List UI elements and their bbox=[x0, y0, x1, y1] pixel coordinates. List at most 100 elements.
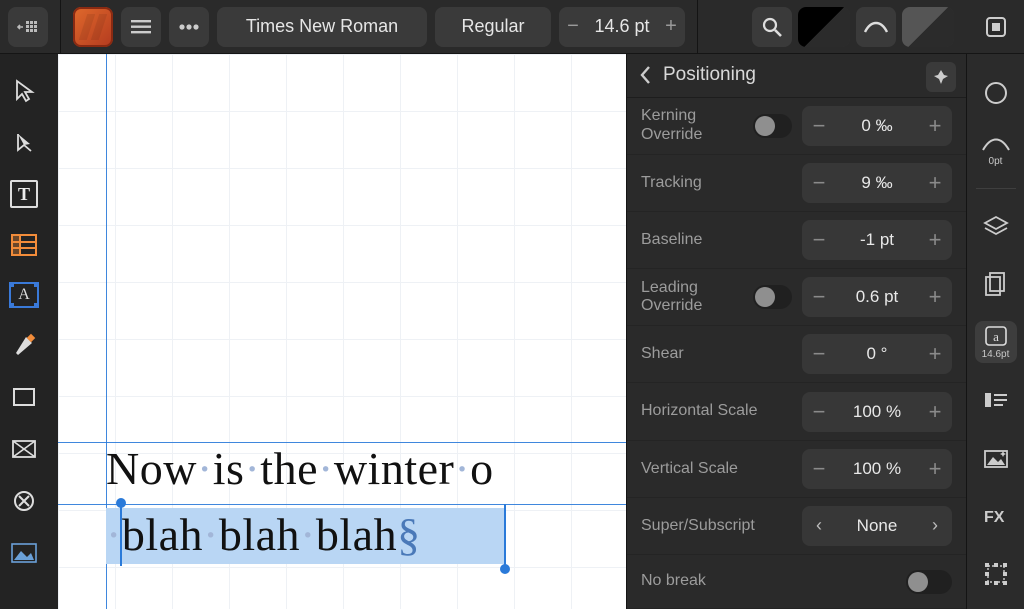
font-size-decrement[interactable]: − bbox=[559, 15, 587, 38]
hscale-value[interactable]: 100 % bbox=[836, 402, 918, 422]
leading-decrement[interactable]: − bbox=[802, 284, 836, 310]
selection-end-handle[interactable] bbox=[500, 564, 510, 574]
kerning-increment[interactable]: + bbox=[918, 113, 952, 139]
stroke-color-swatch[interactable] bbox=[902, 7, 954, 47]
svg-text:FX: FX bbox=[984, 509, 1005, 526]
script-value[interactable]: None bbox=[836, 516, 918, 536]
pen-tool[interactable] bbox=[9, 330, 39, 360]
tracking-value[interactable]: 9 ‰ bbox=[836, 173, 918, 193]
space-dot: · bbox=[454, 443, 470, 494]
vscale-value[interactable]: 100 % bbox=[836, 459, 918, 479]
baseline-increment[interactable]: + bbox=[918, 227, 952, 253]
tracking-increment[interactable]: + bbox=[918, 170, 952, 196]
guide-baseline-2 bbox=[58, 504, 626, 505]
stroke-style-button[interactable] bbox=[856, 7, 896, 47]
baseline-value[interactable]: -1 pt bbox=[836, 230, 918, 250]
studio-color[interactable] bbox=[975, 72, 1017, 114]
hscale-increment[interactable]: + bbox=[918, 399, 952, 425]
font-size-value[interactable]: 14.6 pt bbox=[587, 16, 657, 37]
row-hscale: Horizontal Scale − 100 % + bbox=[627, 383, 966, 440]
stepper-leading[interactable]: − 0.6 pt + bbox=[802, 277, 952, 317]
script-next[interactable]: › bbox=[918, 515, 952, 536]
studio-pages[interactable] bbox=[975, 263, 1017, 305]
label-leading: Leading Override bbox=[641, 279, 743, 316]
move-tool[interactable] bbox=[9, 76, 39, 106]
studio-stock[interactable] bbox=[975, 437, 1017, 479]
studio-character[interactable]: a 14.6pt bbox=[975, 321, 1017, 363]
stepper-tracking[interactable]: − 9 ‰ + bbox=[802, 163, 952, 203]
fullscreen-icon bbox=[985, 16, 1007, 38]
character-a-icon: a bbox=[984, 325, 1008, 347]
stepper-hscale[interactable]: − 100 % + bbox=[802, 392, 952, 432]
selection-start-bar[interactable] bbox=[120, 504, 122, 566]
studio-layers[interactable] bbox=[975, 205, 1017, 247]
shear-increment[interactable]: + bbox=[918, 341, 952, 367]
chooser-superscript[interactable]: ‹ None › bbox=[802, 506, 952, 546]
ellipsis-icon bbox=[178, 23, 200, 31]
table-tool[interactable] bbox=[9, 230, 39, 260]
stepper-vscale[interactable]: − 100 % + bbox=[802, 449, 952, 489]
menu-button[interactable] bbox=[121, 7, 161, 47]
text-line-2[interactable]: ·blah·blah·blah§ bbox=[106, 508, 421, 561]
font-size-increment[interactable]: + bbox=[657, 15, 685, 38]
studio-fx[interactable]: FX bbox=[975, 495, 1017, 537]
font-style-select[interactable]: Regular bbox=[435, 7, 551, 47]
document-page[interactable]: Now·is·the·winter·o ·blah·blah·blah§ bbox=[58, 54, 626, 609]
fullscreen-button[interactable] bbox=[976, 7, 1016, 47]
artistic-text-tool[interactable]: T bbox=[10, 180, 38, 208]
font-family-select[interactable]: Times New Roman bbox=[217, 7, 427, 47]
zoom-tool-button[interactable] bbox=[752, 7, 792, 47]
top-toolbar: Times New Roman Regular − 14.6 pt + bbox=[0, 0, 1024, 54]
more-button[interactable] bbox=[169, 7, 209, 47]
vscale-increment[interactable]: + bbox=[918, 456, 952, 482]
studio-stroke[interactable]: 0pt bbox=[975, 130, 1017, 172]
panel-title: Positioning bbox=[663, 64, 756, 86]
frame-text-tool[interactable]: A bbox=[9, 282, 39, 308]
crossed-rectangle-tool[interactable] bbox=[9, 434, 39, 464]
toggle-leading[interactable] bbox=[753, 285, 792, 309]
transform-handles-icon bbox=[984, 562, 1008, 586]
app-logo bbox=[73, 7, 113, 47]
leading-increment[interactable]: + bbox=[918, 284, 952, 310]
script-prev[interactable]: ‹ bbox=[802, 515, 836, 536]
shear-value[interactable]: 0 ° bbox=[836, 344, 918, 364]
stepper-baseline[interactable]: − -1 pt + bbox=[802, 220, 952, 260]
hscale-decrement[interactable]: − bbox=[802, 399, 836, 425]
word: blah bbox=[122, 509, 203, 560]
selection-start-handle[interactable] bbox=[116, 498, 126, 508]
label-nobreak: No break bbox=[641, 572, 761, 590]
image-icon bbox=[11, 543, 37, 563]
selection-end-bar[interactable] bbox=[504, 504, 506, 566]
stroke-swoosh-icon bbox=[863, 18, 889, 36]
baseline-decrement[interactable]: − bbox=[802, 227, 836, 253]
fill-color-swatch[interactable] bbox=[798, 7, 850, 47]
text-line-1[interactable]: Now·is·the·winter·o bbox=[106, 442, 494, 495]
back-button[interactable] bbox=[8, 7, 48, 47]
word: blah bbox=[219, 509, 300, 560]
label-kerning: Kerning Override bbox=[641, 107, 743, 144]
rectangle-tool[interactable] bbox=[9, 382, 39, 412]
toggle-kerning[interactable] bbox=[753, 114, 792, 138]
curve-icon bbox=[981, 136, 1011, 154]
vscale-decrement[interactable]: − bbox=[802, 456, 836, 482]
shear-decrement[interactable]: − bbox=[802, 341, 836, 367]
leading-value[interactable]: 0.6 pt bbox=[836, 287, 918, 307]
tracking-decrement[interactable]: − bbox=[802, 170, 836, 196]
pages-icon bbox=[984, 271, 1008, 297]
kerning-decrement[interactable]: − bbox=[802, 113, 836, 139]
canvas[interactable]: Now·is·the·winter·o ·blah·blah·blah§ bbox=[48, 54, 626, 609]
studio-transform[interactable] bbox=[975, 553, 1017, 595]
studio-paragraph[interactable] bbox=[975, 379, 1017, 421]
stepper-kerning[interactable]: − 0 ‰ + bbox=[802, 106, 952, 146]
stepper-shear[interactable]: − 0 ° + bbox=[802, 334, 952, 374]
cancel-circle-tool[interactable] bbox=[9, 486, 39, 516]
row-leading: Leading Override − 0.6 pt + bbox=[627, 269, 966, 326]
pin-button[interactable] bbox=[926, 62, 956, 92]
image-tool[interactable] bbox=[9, 538, 39, 568]
kerning-value[interactable]: 0 ‰ bbox=[836, 116, 918, 136]
arrow-cursor-icon bbox=[13, 79, 35, 103]
toggle-nobreak[interactable] bbox=[906, 570, 952, 594]
node-tool[interactable] bbox=[9, 128, 39, 158]
panel-header[interactable]: Positioning bbox=[627, 54, 966, 98]
font-size-stepper[interactable]: − 14.6 pt + bbox=[559, 7, 685, 47]
